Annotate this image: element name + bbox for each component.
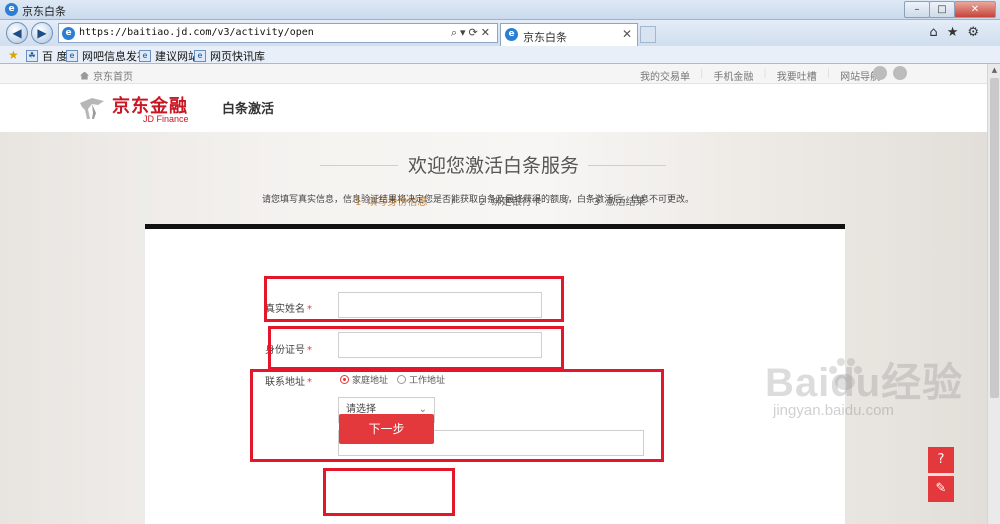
- favorites-star-icon[interactable]: ★: [947, 25, 968, 40]
- baidu-jingyan-watermark: Baidu经验 jingyan.baidu.com: [765, 350, 965, 460]
- tab-jd-baitiao[interactable]: e 京东白条 ✕: [500, 23, 638, 46]
- toplink-feedback[interactable]: 我要吐槽: [777, 68, 817, 83]
- page-icon: e: [194, 50, 206, 62]
- site-topbar: 京东首页 我的交易单 | 手机金融 | 我要吐槽 | 网站导航: [0, 64, 987, 84]
- weibo-icon[interactable]: [893, 66, 907, 80]
- weixin-icon[interactable]: [873, 66, 887, 80]
- top-links: 我的交易单 | 手机金融 | 我要吐槽 | 网站导航: [640, 68, 881, 83]
- toplink-orders[interactable]: 我的交易单: [640, 68, 690, 83]
- browser-tool-icons[interactable]: ⌂★⚙: [929, 25, 988, 40]
- maximize-button[interactable]: □: [929, 1, 955, 18]
- new-tab-button[interactable]: [640, 26, 656, 43]
- url-text[interactable]: https://baitiao.jd.com/v3/activity/open: [79, 27, 314, 38]
- browser-navbar: ◀ ▶ e https://baitiao.jd.com/v3/activity…: [0, 20, 1000, 46]
- window-title: 京东白条: [22, 5, 66, 18]
- watermark-domain: jingyan.baidu.com: [773, 402, 894, 419]
- forward-button[interactable]: ▶: [31, 22, 53, 44]
- back-button[interactable]: ◀: [6, 22, 28, 44]
- highlight-name-field: [264, 276, 564, 322]
- window-titlebar: e 京东白条 – □ ✕: [0, 0, 1000, 20]
- jd-home-link[interactable]: 京东首页: [80, 68, 133, 83]
- highlight-id-field: [268, 326, 564, 370]
- page-title: 白条激活: [222, 102, 275, 117]
- favorites-bar: ★ ☘ 百 度 e 网吧信息发布 e 建议网站 e 网页快讯库: [0, 46, 1000, 64]
- jd-finance-logo-en: JD Finance: [143, 114, 189, 124]
- favorites-star-icon[interactable]: ★: [8, 48, 19, 62]
- close-tab-icon[interactable]: ✕: [622, 27, 632, 41]
- page-icon: e: [139, 50, 151, 62]
- fav-item-netbar[interactable]: e 网吧信息发布: [66, 48, 148, 64]
- highlight-next-button: [323, 468, 455, 516]
- jd-dog-logo-icon[interactable]: [78, 95, 106, 121]
- settings-gear-icon[interactable]: ⚙: [967, 25, 988, 40]
- edit-icon: ✎: [935, 481, 947, 496]
- side-feedback-button[interactable]: ✎: [928, 476, 954, 502]
- tab-ie-icon: e: [505, 28, 518, 41]
- page-ie-icon: e: [62, 27, 75, 40]
- minimize-button[interactable]: –: [904, 1, 930, 18]
- scroll-thumb[interactable]: [990, 78, 999, 398]
- site-header: 京东金融 JD Finance 白条激活: [0, 84, 987, 132]
- baidu-paw-icon: [829, 358, 862, 390]
- baidu-paw-icon: ☘: [26, 50, 38, 62]
- address-tools[interactable]: ⌕▾⟳✕: [451, 26, 493, 40]
- tab-label: 京东白条: [523, 31, 567, 44]
- page-scrollbar[interactable]: ▲: [987, 64, 1000, 524]
- page-icon: e: [66, 50, 78, 62]
- window-controls: – □ ✕: [904, 1, 996, 18]
- home-icon: [80, 71, 89, 80]
- address-bar[interactable]: e https://baitiao.jd.com/v3/activity/ope…: [58, 23, 498, 43]
- fav-item-webslice[interactable]: e 网页快讯库: [194, 48, 265, 64]
- ie-icon: e: [5, 3, 18, 16]
- close-window-button[interactable]: ✕: [954, 1, 996, 18]
- fav-item-suggested[interactable]: e 建议网站: [139, 48, 199, 64]
- home-icon[interactable]: ⌂: [929, 25, 946, 40]
- highlight-address-field: [250, 369, 664, 462]
- welcome-heading: 欢迎您激活白条服务: [407, 155, 579, 177]
- form-notice: 请您填写真实信息，信息验证结果将决定您是否能获取白条及最终获得的额度，白条激活后…: [262, 195, 695, 205]
- scroll-up-icon[interactable]: ▲: [988, 64, 1000, 76]
- fav-item-baidu[interactable]: ☘ 百 度: [26, 48, 68, 64]
- toplink-mobile-finance[interactable]: 手机金融: [713, 68, 753, 83]
